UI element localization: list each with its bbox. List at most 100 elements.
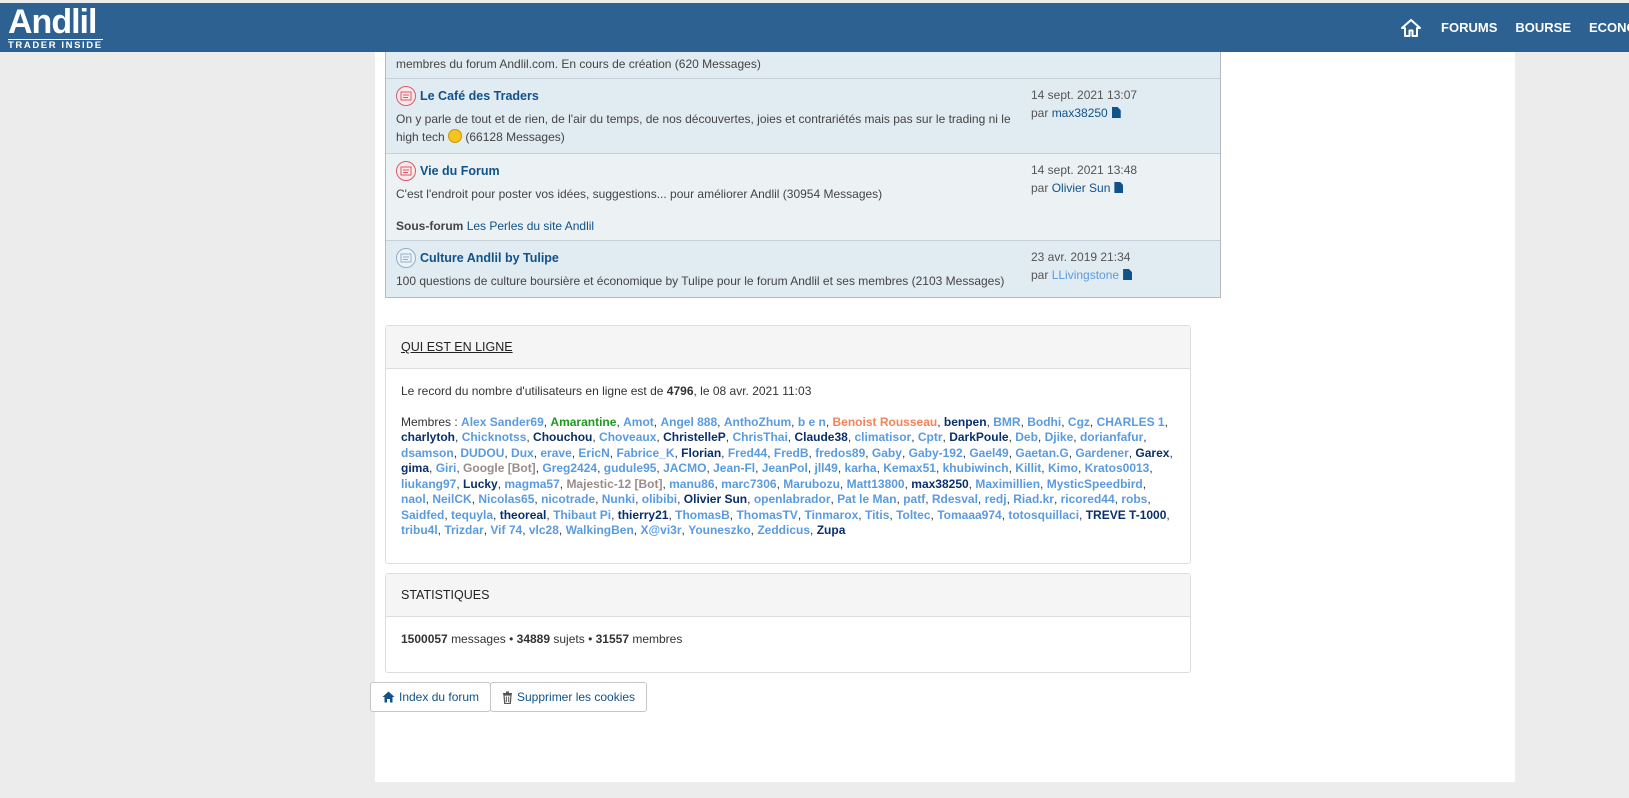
online-member-link[interactable]: JACMO [663,461,706,475]
online-member-link[interactable]: X@vi3r [640,523,681,537]
online-member-link[interactable]: theoreal [500,508,547,522]
online-member-link[interactable]: Marubozu [783,477,840,491]
online-member-link[interactable]: Kratos0013 [1085,461,1150,475]
online-member-link[interactable]: patf [903,492,925,506]
online-member-link[interactable]: NeilCK [432,492,471,506]
online-member-link[interactable]: Jean-Fl [713,461,755,475]
online-member-link[interactable]: tequyla [451,508,493,522]
online-member-link[interactable]: charlytoh [401,430,455,444]
online-member-link[interactable]: Gael49 [969,446,1008,460]
online-member-link[interactable]: gima [401,461,429,475]
online-member-link[interactable]: ricored44 [1061,492,1115,506]
online-member-link[interactable]: Riad.kr [1013,492,1054,506]
online-member-link[interactable]: Amot [623,415,654,429]
online-member-link[interactable]: Claude38 [794,430,847,444]
site-logo[interactable]: Andlil TRADER INSIDE [8,5,103,51]
forum-title-link[interactable]: Culture Andlil by Tulipe [420,251,559,265]
online-member-link[interactable]: Rdesval [932,492,978,506]
online-member-link[interactable]: dsamson [401,446,454,460]
online-member-link[interactable]: karha [845,461,877,475]
online-member-link[interactable]: manu86 [669,477,714,491]
online-member-link[interactable]: BMR [993,415,1020,429]
online-member-link[interactable]: Chouchou [533,430,592,444]
view-latest-post-icon[interactable] [1111,107,1121,118]
online-member-link[interactable]: Zupa [817,523,846,537]
nav-forums[interactable]: FORUMS [1441,20,1497,35]
online-member-link[interactable]: JeanPol [762,461,808,475]
online-member-link[interactable]: Kimo [1048,461,1078,475]
online-member-link[interactable]: Cgz [1068,415,1090,429]
last-post-author[interactable]: Olivier Sun [1052,181,1111,195]
online-member-link[interactable]: Choveaux [599,430,656,444]
online-member-link[interactable]: Florian [681,446,721,460]
online-member-link[interactable]: Fabrice_K [616,446,674,460]
online-member-link[interactable]: Trizdar [444,523,483,537]
online-member-link[interactable]: vlc28 [529,523,559,537]
delete-cookies-button[interactable]: Supprimer les cookies [490,682,648,712]
view-latest-post-icon[interactable] [1123,269,1133,280]
online-member-link[interactable]: TREVE T-1000 [1086,508,1167,522]
online-member-link[interactable]: MysticSpeedbird [1047,477,1143,491]
online-member-link[interactable]: Maximillien [975,477,1040,491]
online-member-link[interactable]: openlabrador [754,492,831,506]
online-member-link[interactable]: Saidfed [401,508,444,522]
online-member-link[interactable]: Garex [1135,446,1169,460]
online-member-link[interactable]: Tomaaa974 [937,508,1001,522]
online-member-link[interactable]: Matt13800 [847,477,905,491]
online-member-link[interactable]: climatisor [855,430,912,444]
online-member-link[interactable]: Toltec [896,508,930,522]
online-member-link[interactable]: Gardener [1075,446,1128,460]
online-member-link[interactable]: tribu4l [401,523,438,537]
online-member-link[interactable]: ChrisThai [732,430,787,444]
online-member-link[interactable]: Giri [436,461,457,475]
online-member-link[interactable]: ThomasTV [736,508,797,522]
online-member-link[interactable]: DarkPoule [949,430,1008,444]
online-member-link[interactable]: ChristelleP [663,430,726,444]
online-member-link[interactable]: b e n [798,415,826,429]
online-member-link[interactable]: dorianfafur [1080,430,1143,444]
online-member-link[interactable]: Titis [865,508,889,522]
online-member-link[interactable]: naol [401,492,426,506]
forum-index-button[interactable]: Index du forum [370,682,492,712]
online-member-link[interactable]: Youneszko [688,523,750,537]
online-member-link[interactable]: FredB [774,446,809,460]
online-member-link[interactable]: Bodhi [1027,415,1061,429]
online-member-link[interactable]: Google [Bot] [463,461,536,475]
online-member-link[interactable]: Greg2424 [542,461,597,475]
online-member-link[interactable]: Deb [1015,430,1038,444]
online-member-link[interactable]: Olivier Sun [684,492,747,506]
online-member-link[interactable]: Benoist Rousseau [833,415,938,429]
online-member-link[interactable]: DUDOU [460,446,504,460]
online-member-link[interactable]: Nunki [602,492,635,506]
online-member-link[interactable]: Alex Sander69 [461,415,544,429]
online-member-link[interactable]: WalkingBen [566,523,634,537]
online-member-link[interactable]: Nicolas65 [478,492,534,506]
last-post-author[interactable]: LLivingstone [1052,268,1119,282]
online-member-link[interactable]: erave [540,446,571,460]
online-member-link[interactable]: EricN [578,446,609,460]
online-member-link[interactable]: Zeddicus [757,523,810,537]
online-member-link[interactable]: Djike [1045,430,1074,444]
online-member-link[interactable]: Fred44 [728,446,767,460]
online-member-link[interactable]: Amarantine [550,415,616,429]
online-member-link[interactable]: Cptr [918,430,943,444]
online-member-link[interactable]: Tinmarox [804,508,858,522]
online-member-link[interactable]: max38250 [911,477,968,491]
online-member-link[interactable]: Chicknotss [462,430,527,444]
who-is-online-link[interactable]: QUI EST EN LIGNE [401,340,513,354]
home-icon[interactable] [1401,17,1423,39]
online-member-link[interactable]: khubiwinch [943,461,1009,475]
subforum-link[interactable]: Les Perles du site Andlil [467,219,594,233]
online-member-link[interactable]: Thibaut Pi [553,508,611,522]
online-member-link[interactable]: nicotrade [541,492,595,506]
online-member-link[interactable]: Lucky [463,477,498,491]
online-member-link[interactable]: redj [985,492,1007,506]
online-member-link[interactable]: Vif 74 [490,523,522,537]
online-member-link[interactable]: Dux [511,446,534,460]
online-member-link[interactable]: Pat le Man [837,492,896,506]
online-member-link[interactable]: thierry21 [618,508,669,522]
online-member-link[interactable]: CHARLES 1 [1097,415,1165,429]
last-post-author[interactable]: max38250 [1052,106,1108,120]
online-member-link[interactable]: magma57 [504,477,559,491]
online-member-link[interactable]: Killit [1015,461,1041,475]
